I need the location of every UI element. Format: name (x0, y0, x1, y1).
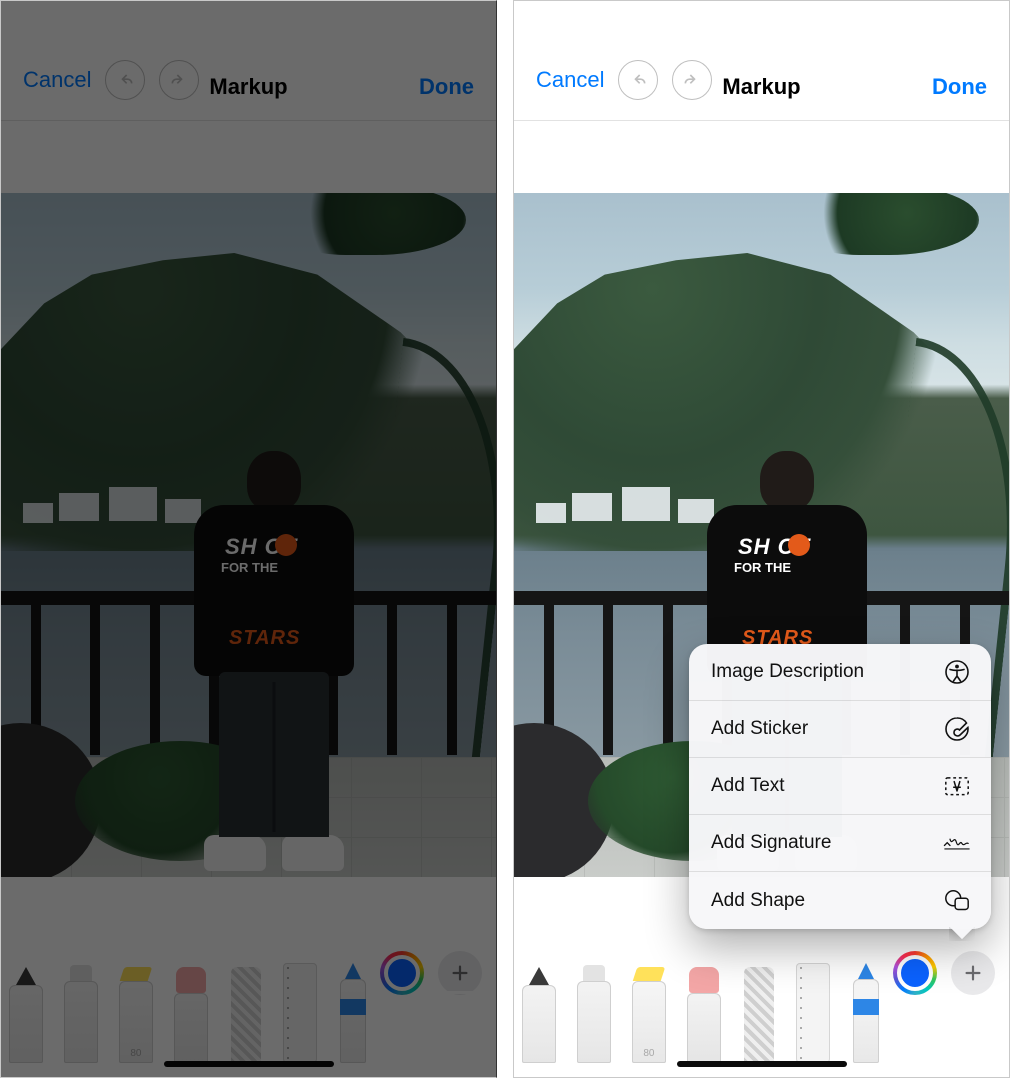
redo-icon (682, 70, 702, 90)
home-indicator[interactable] (164, 1061, 334, 1067)
menu-item-label: Add Sticker (711, 718, 808, 740)
shirt-text-3: STARS (229, 627, 300, 650)
shapes-icon (943, 887, 971, 915)
tool-ruler[interactable] (283, 943, 317, 1063)
menu-item-label: Add Text (711, 775, 785, 797)
signature-icon (943, 829, 971, 857)
redo-button[interactable] (159, 60, 199, 100)
plus-icon (962, 962, 984, 984)
canvas-area[interactable]: SH OT FOR THE STARS (1, 121, 496, 917)
tool-eraser[interactable] (173, 943, 210, 1063)
undo-button[interactable] (618, 60, 658, 100)
shirt-text-2: FOR THE (734, 560, 791, 575)
menu-item-label: Add Shape (711, 890, 805, 912)
add-button[interactable] (438, 951, 482, 995)
tool-lasso[interactable] (228, 943, 265, 1063)
tool-pencil[interactable] (848, 943, 885, 1063)
popup-arrow (949, 927, 975, 941)
cancel-button[interactable]: Cancel (536, 67, 604, 93)
tool-pen[interactable] (520, 943, 557, 1063)
color-picker-button[interactable] (893, 951, 937, 995)
tool-marker[interactable] (575, 943, 612, 1063)
redo-icon (169, 70, 189, 90)
tool-eraser[interactable] (686, 943, 723, 1063)
tutorial-highlight-box (426, 991, 486, 1051)
tool-lasso[interactable] (741, 943, 778, 1063)
tool-tray[interactable]: 80 (514, 917, 885, 1063)
screen-title: Markup (209, 74, 287, 100)
redo-button[interactable] (672, 60, 712, 100)
menu-item-add-sticker[interactable]: Add Sticker (689, 701, 991, 758)
tool-highlighter[interactable]: 80 (117, 943, 154, 1063)
undo-button[interactable] (105, 60, 145, 100)
menu-item-image-description[interactable]: Image Description (689, 644, 991, 701)
undo-icon (115, 70, 135, 90)
menu-item-label: Add Signature (711, 832, 831, 854)
tool-pencil[interactable] (335, 943, 372, 1063)
markup-toolbar: 80 (1, 917, 496, 1077)
header-bar: Cancel Markup Done (514, 1, 1009, 121)
tool-highlighter[interactable]: 80 (630, 943, 667, 1063)
markup-toolbar: 80 (514, 917, 1009, 1077)
accessibility-icon (943, 658, 971, 686)
header-bar: Cancel Markup Done (1, 1, 496, 121)
tool-ruler[interactable] (796, 943, 830, 1063)
screen-title: Markup (722, 74, 800, 100)
add-menu-popup: Image Description Add Sticker Add Text A… (689, 644, 991, 929)
textbox-icon (943, 772, 971, 800)
add-button[interactable] (951, 951, 995, 995)
plus-icon (449, 962, 471, 984)
tool-tray[interactable]: 80 (1, 917, 372, 1063)
menu-item-add-text[interactable]: Add Text (689, 758, 991, 815)
photo-canvas[interactable]: SH OT FOR THE STARS (1, 193, 496, 877)
markup-screen-popup: Cancel Markup Done (513, 0, 1010, 1078)
undo-icon (628, 70, 648, 90)
cancel-button[interactable]: Cancel (23, 67, 91, 93)
markup-screen-dimmed: Cancel Markup Done (0, 0, 497, 1078)
color-picker-button[interactable] (380, 951, 424, 995)
shirt-text-2: FOR THE (221, 560, 278, 575)
subject-person: SH OT FOR THE STARS (189, 451, 359, 871)
home-indicator[interactable] (677, 1061, 847, 1067)
tool-marker[interactable] (62, 943, 99, 1063)
done-button[interactable]: Done (419, 74, 474, 100)
menu-item-label: Image Description (711, 661, 864, 683)
tool-pen[interactable] (7, 943, 44, 1063)
menu-item-add-shape[interactable]: Add Shape (689, 872, 991, 929)
sticker-icon (943, 715, 971, 743)
done-button[interactable]: Done (932, 74, 987, 100)
menu-item-add-signature[interactable]: Add Signature (689, 815, 991, 872)
